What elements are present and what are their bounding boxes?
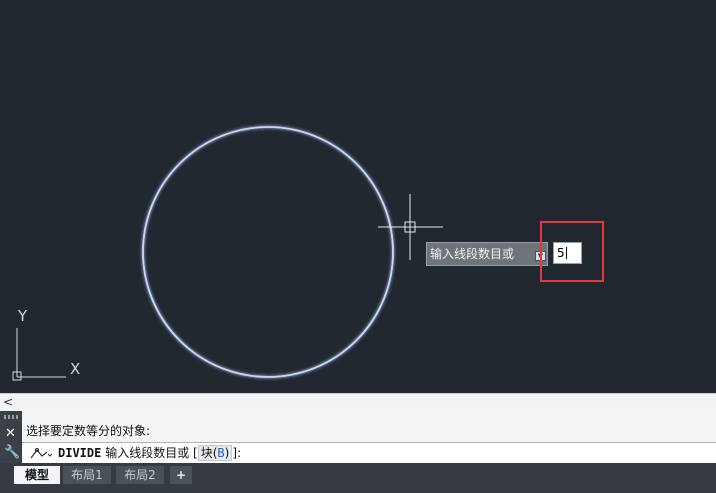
horizontal-scroll-strip[interactable]: < bbox=[0, 393, 716, 411]
command-name: DIVIDE bbox=[58, 446, 102, 460]
segment-count-input[interactable]: 5 bbox=[553, 242, 582, 264]
tab-model[interactable]: 模型 bbox=[14, 466, 60, 484]
block-option-label: 块( bbox=[200, 446, 218, 460]
command-line[interactable]: DIVIDE 输入线段数目或 [块(B)]: bbox=[22, 442, 716, 463]
ucs-x-label: X bbox=[70, 360, 80, 378]
dynamic-input-prompt-text: 输入线段数目或 bbox=[430, 247, 515, 261]
block-option-close: ) bbox=[224, 446, 230, 460]
block-option-key: B bbox=[217, 446, 225, 460]
scroll-left-icon[interactable]: < bbox=[3, 394, 13, 410]
ucs-icon bbox=[12, 328, 66, 381]
command-panel: ✕ 🔧 选择要定数等分的对象: DIVIDE 输入线段数目或 [块(B)]: bbox=[0, 411, 716, 463]
tab-layout1[interactable]: 布局1 bbox=[63, 466, 111, 484]
dynamic-input-prompt: 输入线段数目或 bbox=[426, 242, 548, 266]
command-panel-grip[interactable]: ✕ 🔧 bbox=[0, 411, 22, 463]
tab-layout2[interactable]: 布局2 bbox=[116, 466, 164, 484]
drawing-canvas[interactable]: Y X 输入线段数目或 ▼ 5 bbox=[0, 0, 716, 393]
wrench-icon[interactable]: 🔧 bbox=[4, 446, 20, 460]
drawn-circle[interactable] bbox=[142, 126, 394, 378]
command-prompt: 输入线段数目或 bbox=[105, 446, 190, 460]
ucs-y-label: Y bbox=[17, 307, 28, 325]
dropdown-arrow-icon[interactable]: ▼ bbox=[535, 251, 546, 261]
command-prompt-icon[interactable] bbox=[28, 445, 54, 461]
command-text: DIVIDE 输入线段数目或 [块(B)]: bbox=[58, 445, 242, 461]
segment-count-value: 5 bbox=[557, 246, 565, 260]
close-icon[interactable]: ✕ bbox=[5, 427, 16, 441]
command-history-line: 选择要定数等分的对象: bbox=[26, 424, 151, 438]
layout-tabs-bar: 模型 布局1 布局2 + bbox=[0, 463, 716, 493]
bracket-close: ]: bbox=[232, 446, 242, 460]
drawing-area-svg[interactable]: Y X bbox=[0, 0, 716, 393]
grip-dots-icon[interactable] bbox=[4, 415, 18, 419]
text-caret bbox=[565, 247, 567, 259]
block-option[interactable]: 块(B) bbox=[197, 445, 233, 461]
add-layout-button[interactable]: + bbox=[170, 466, 192, 484]
